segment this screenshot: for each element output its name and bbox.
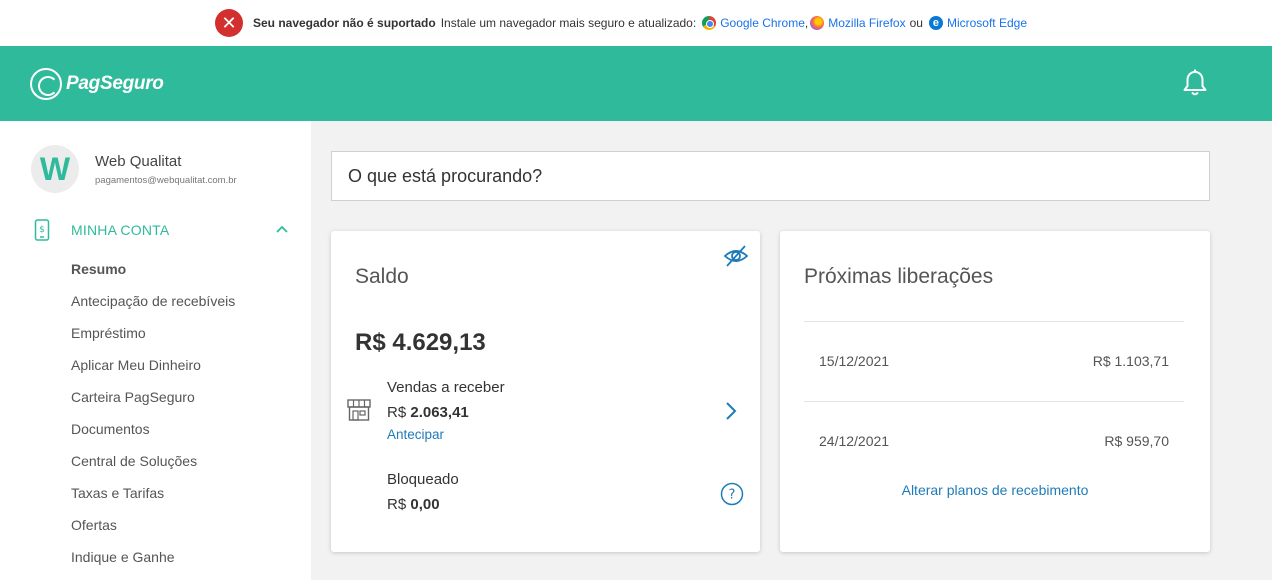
vendas-amount: 2.063,41 [410,404,469,421]
divider [804,321,1184,322]
menu-item-resumo[interactable]: Resumo [71,261,235,293]
firefox-link[interactable]: Mozilla Firefox [808,16,906,30]
chevron-right-icon[interactable] [723,400,739,422]
warning-title: Seu navegador não é suportado [252,16,436,30]
error-icon: ✕ [214,9,243,37]
edge-link-label: Microsoft Edge [946,16,1028,30]
menu-item-antecipacao[interactable]: Antecipação de recebíveis [71,293,235,325]
liberacao-date: 15/12/2021 [819,353,890,369]
chrome-link[interactable]: Google Chrome [700,16,805,30]
chrome-link-label: Google Chrome [720,16,805,30]
vendas-label: Vendas a receber [387,379,505,396]
menu-item-indique[interactable]: Indique e Ganhe [71,549,235,580]
liberacoes-title: Próximas liberações [804,265,994,288]
user-email: pagamentos@webqualitat.com.br [95,175,237,186]
saldo-title: Saldo [355,265,409,288]
warning-or: ou [909,16,923,30]
menu-item-aplicar[interactable]: Aplicar Meu Dinheiro [71,357,235,389]
vendas-value: R$ 2.063,41 [387,404,469,421]
store-icon [347,399,371,421]
svg-text:$: $ [39,225,45,235]
menu-item-carteira[interactable]: Carteira PagSeguro [71,389,235,421]
chrome-icon [702,16,717,30]
help-icon[interactable]: ? [720,482,744,506]
avatar: W [31,145,79,193]
liberacao-row: 24/12/2021 R$ 959,70 [804,433,1184,453]
menu-item-ofertas[interactable]: Ofertas [71,517,235,549]
menu-item-taxas[interactable]: Taxas e Tarifas [71,485,235,517]
liberacoes-card: Próximas liberações 15/12/2021 R$ 1.103,… [780,231,1210,552]
edge-icon: e [928,16,943,30]
antecipar-link[interactable]: Antecipar [387,427,444,442]
vendas-currency: R$ [387,404,407,421]
warning-text: Instale um navegador mais seguro e atual… [440,16,697,30]
firefox-link-label: Mozilla Firefox [828,16,906,30]
svg-text:?: ? [729,488,736,503]
pagseguro-logo-icon [30,68,62,100]
bloqueado-value: R$ 0,00 [387,496,440,513]
liberacao-row: 15/12/2021 R$ 1.103,71 [804,353,1184,373]
menu-item-emprestimo[interactable]: Empréstimo [71,325,235,357]
menu-item-documentos[interactable]: Documentos [71,421,235,453]
bloqueado-label: Bloqueado [387,471,459,488]
saldo-card: Saldo R$ 4.629,13 Vendas a receber R$ 2.… [331,231,760,552]
user-name: Web Qualitat [95,153,182,170]
bloqueado-currency: R$ [387,496,407,513]
liberacao-amount: R$ 959,70 [1104,433,1169,449]
bloqueado-amount: 0,00 [410,496,440,513]
menu-list: Resumo Antecipação de recebíveis Emprést… [71,261,235,580]
brand-name: PagSeguro [66,73,164,94]
menu-section-label: MINHA CONTA [71,222,170,238]
phone-dollar-icon: $ [34,219,50,241]
menu-item-central[interactable]: Central de Soluções [71,453,235,485]
edge-link[interactable]: e Microsoft Edge [927,16,1027,30]
liberacao-date: 24/12/2021 [819,433,890,449]
firefox-icon [810,16,825,30]
browser-warning-bar: ✕ Seu navegador não é suportado Instale … [0,0,1272,46]
menu-section-minha-conta[interactable]: $ MINHA CONTA [34,219,290,241]
chevron-up-icon[interactable] [274,221,290,237]
search-input[interactable] [331,151,1210,201]
liberacao-amount: R$ 1.103,71 [1092,353,1169,369]
brand-logo[interactable]: PagSeguro [30,68,164,100]
alterar-planos-link[interactable]: Alterar planos de recebimento [780,482,1210,498]
sidebar: W Web Qualitat pagamentos@webqualitat.co… [0,121,311,580]
eye-off-icon[interactable] [723,243,749,269]
divider [804,401,1184,402]
saldo-balance: R$ 4.629,13 [355,329,486,356]
bell-icon[interactable] [1180,68,1210,98]
top-header: PagSeguro [0,46,1272,121]
